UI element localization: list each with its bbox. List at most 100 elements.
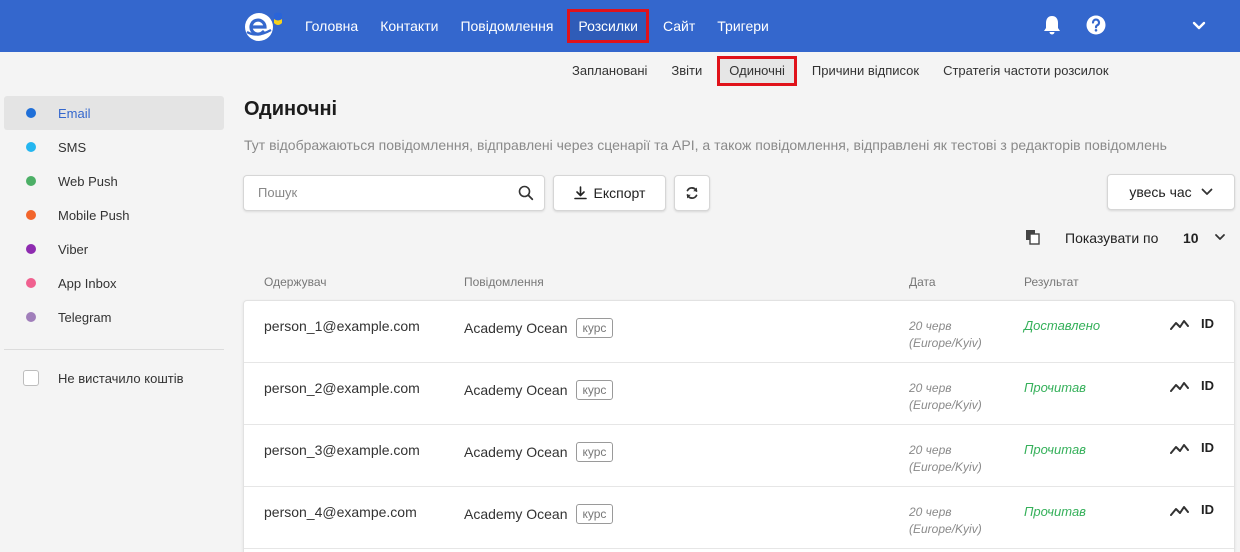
message-title[interactable]: Academy Ocean bbox=[464, 382, 568, 398]
sidebar-item-web-push[interactable]: Web Push bbox=[4, 164, 224, 198]
nav-contacts[interactable]: Контакти bbox=[369, 9, 449, 43]
chevron-down-icon[interactable] bbox=[1188, 15, 1210, 37]
id-button[interactable]: ID bbox=[1201, 440, 1214, 455]
table-row[interactable]: person_1@example.com Academy Ocean курс 2… bbox=[244, 301, 1234, 363]
sidebar-item-mobile-push[interactable]: Mobile Push bbox=[4, 198, 224, 232]
date-value: 20 черв bbox=[909, 505, 952, 519]
search-box[interactable] bbox=[243, 175, 545, 211]
insufficient-funds-filter[interactable]: Не вистачило коштів bbox=[4, 366, 184, 390]
search-input[interactable] bbox=[258, 185, 508, 200]
nav-campaigns[interactable]: Розсилки bbox=[567, 9, 649, 43]
sidebar-item-label: Email bbox=[58, 105, 91, 121]
message-date: 20 черв (Europe/Kyiv) bbox=[909, 442, 982, 476]
message-tag: курс bbox=[575, 318, 614, 338]
export-button[interactable]: Експорт bbox=[553, 175, 666, 211]
result-status: Прочитав bbox=[1024, 442, 1086, 457]
download-icon bbox=[573, 186, 587, 200]
messages-table: person_1@example.com Academy Ocean курс 2… bbox=[243, 300, 1235, 552]
sidebar-item-label: SMS bbox=[58, 139, 87, 155]
date-timezone: (Europe/Kyiv) bbox=[909, 336, 982, 350]
recipient-email: person_1@example.com bbox=[264, 318, 420, 334]
result-status: Прочитав bbox=[1024, 380, 1086, 395]
id-button[interactable]: ID bbox=[1201, 316, 1214, 331]
message-date: 20 черв (Europe/Kyiv) bbox=[909, 318, 982, 352]
date-timezone: (Europe/Kyiv) bbox=[909, 522, 982, 536]
sidebar-item-label: Web Push bbox=[58, 173, 118, 189]
sidebar-item-label: Telegram bbox=[58, 309, 112, 325]
top-navbar: Головна Контакти Повідомлення Розсилки С… bbox=[0, 0, 1240, 52]
column-header-result: Результат bbox=[1024, 275, 1079, 289]
tab-reports[interactable]: Звіти bbox=[659, 56, 714, 86]
help-icon[interactable] bbox=[1085, 14, 1107, 36]
period-dropdown[interactable]: увесь час bbox=[1107, 174, 1235, 210]
table-row[interactable]: person_3@example.com Academy Ocean курс 2… bbox=[244, 425, 1234, 487]
message-title[interactable]: Academy Ocean bbox=[464, 444, 568, 460]
message-date: 20 черв (Europe/Kyiv) bbox=[909, 380, 982, 414]
channel-sidebar: Email SMS Web Push Mobile Push Viber App… bbox=[4, 96, 224, 386]
chevron-down-icon[interactable] bbox=[1214, 231, 1226, 243]
insufficient-funds-checkbox[interactable] bbox=[23, 370, 39, 386]
date-value: 20 черв bbox=[909, 319, 952, 333]
tab-single[interactable]: Одиночні bbox=[717, 56, 797, 86]
app-inbox-dot-icon bbox=[26, 278, 36, 288]
recipient-email: person_3@example.com bbox=[264, 442, 420, 458]
table-row[interactable]: person_2@example.com Academy Ocean курс 2… bbox=[244, 363, 1234, 425]
message-tag: курс bbox=[575, 504, 614, 524]
viber-dot-icon bbox=[26, 244, 36, 254]
message-name: Academy Ocean курс bbox=[464, 504, 614, 524]
export-label: Експорт bbox=[593, 185, 646, 201]
id-button[interactable]: ID bbox=[1201, 502, 1214, 517]
page-size-value[interactable]: 10 bbox=[1183, 230, 1199, 246]
chevron-down-icon bbox=[1201, 188, 1213, 195]
message-title[interactable]: Academy Ocean bbox=[464, 320, 568, 336]
sidebar-item-label: Mobile Push bbox=[58, 207, 130, 223]
nav-home[interactable]: Головна bbox=[294, 9, 369, 43]
bell-icon[interactable] bbox=[1041, 14, 1063, 36]
recipient-email: person_2@example.com bbox=[264, 380, 420, 396]
date-value: 20 черв bbox=[909, 443, 952, 457]
sidebar-item-viber[interactable]: Viber bbox=[4, 232, 224, 266]
checkbox-label: Не вистачило коштів bbox=[58, 370, 184, 386]
page-size-label: Показувати по bbox=[1065, 230, 1159, 246]
activity-trend-icon[interactable] bbox=[1170, 504, 1190, 518]
nav-messages[interactable]: Повідомлення bbox=[449, 9, 564, 43]
result-status: Прочитав bbox=[1024, 504, 1086, 519]
message-title[interactable]: Academy Ocean bbox=[464, 506, 568, 522]
activity-trend-icon[interactable] bbox=[1170, 318, 1190, 332]
sidebar-item-telegram[interactable]: Telegram bbox=[4, 300, 224, 334]
message-name: Academy Ocean курс bbox=[464, 380, 614, 400]
email-dot-icon bbox=[26, 108, 36, 118]
search-icon[interactable] bbox=[518, 185, 534, 201]
sidebar-item-sms[interactable]: SMS bbox=[4, 130, 224, 164]
refresh-button[interactable] bbox=[674, 175, 710, 211]
message-tag: курс bbox=[575, 442, 614, 462]
tab-unsubscribe-reasons[interactable]: Причини відписок bbox=[800, 56, 931, 86]
column-header-recipient: Одержувач bbox=[264, 275, 327, 289]
main-nav: Головна Контакти Повідомлення Розсилки С… bbox=[294, 0, 780, 52]
sms-dot-icon bbox=[26, 142, 36, 152]
page-description: Тут відображаються повідомлення, відправ… bbox=[244, 137, 1167, 153]
logo-icon[interactable] bbox=[243, 8, 291, 44]
copy-icon[interactable] bbox=[1025, 229, 1041, 245]
recipient-email: person_4@exampe.com bbox=[264, 504, 417, 520]
nav-site[interactable]: Сайт bbox=[652, 9, 706, 43]
column-header-date: Дата bbox=[909, 275, 936, 289]
activity-trend-icon[interactable] bbox=[1170, 380, 1190, 394]
refresh-icon bbox=[686, 187, 698, 199]
id-button[interactable]: ID bbox=[1201, 378, 1214, 393]
table-row[interactable]: person_4@exampe.com Academy Ocean курс 20… bbox=[244, 487, 1234, 549]
sidebar-divider bbox=[4, 349, 224, 350]
tab-scheduled[interactable]: Заплановані bbox=[560, 56, 659, 86]
message-name: Academy Ocean курс bbox=[464, 442, 614, 462]
date-timezone: (Europe/Kyiv) bbox=[909, 398, 982, 412]
column-header-message: Повідомлення bbox=[464, 275, 544, 289]
tab-frequency-strategy[interactable]: Стратегія частоти розсилок bbox=[931, 56, 1120, 86]
sidebar-item-app-inbox[interactable]: App Inbox bbox=[4, 266, 224, 300]
mobile-push-dot-icon bbox=[26, 210, 36, 220]
nav-triggers[interactable]: Тригери bbox=[706, 9, 780, 43]
sub-nav: Заплановані Звіти Одиночні Причини відпи… bbox=[560, 56, 1121, 86]
message-name: Academy Ocean курс bbox=[464, 318, 614, 338]
sidebar-item-email[interactable]: Email bbox=[4, 96, 224, 130]
sidebar-item-label: App Inbox bbox=[58, 275, 117, 291]
activity-trend-icon[interactable] bbox=[1170, 442, 1190, 456]
